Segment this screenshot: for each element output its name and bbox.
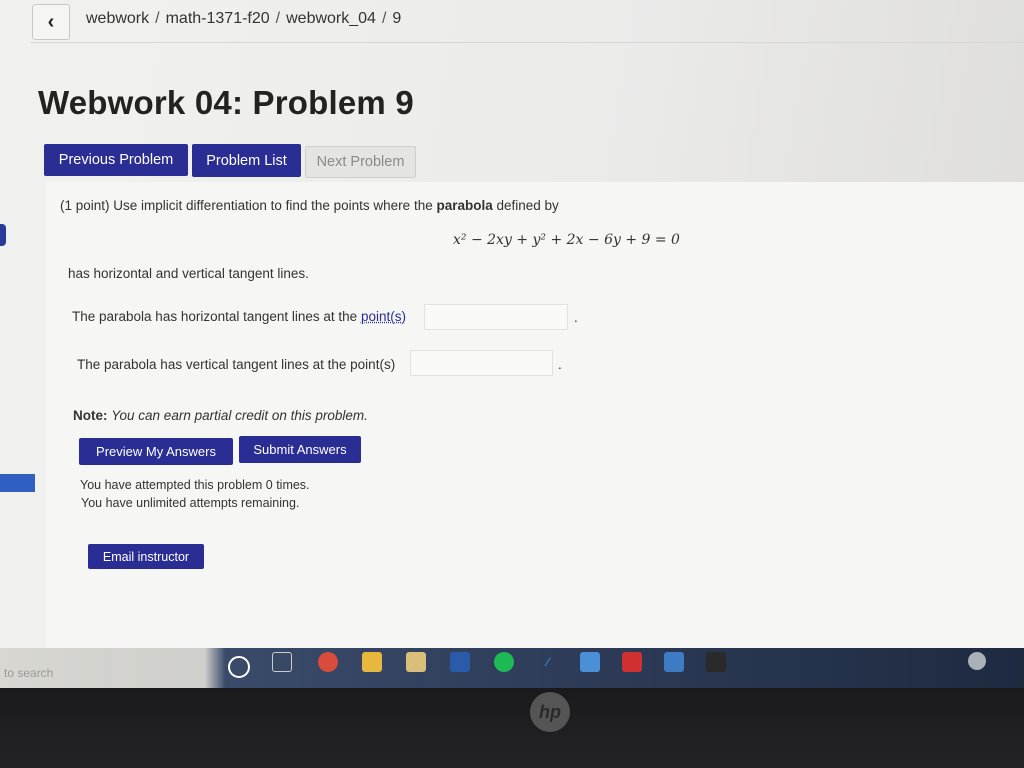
laptop-bezel	[0, 688, 1024, 768]
breadcrumb-item-problem: 9	[392, 10, 402, 27]
problem-intro-bold: parabola	[436, 198, 493, 213]
breadcrumb-item-course[interactable]: math-1371-f20	[166, 10, 270, 27]
next-problem-button: Next Problem	[305, 146, 416, 178]
problem-intro: (1 point) Use implicit differentiation t…	[60, 198, 559, 213]
horizontal-period: .	[574, 310, 578, 325]
problem-intro-end: defined by	[492, 198, 559, 213]
horizontal-question: The parabola has horizontal tangent line…	[72, 309, 406, 324]
chrome-icon[interactable]	[318, 652, 338, 672]
vertical-question: The parabola has vertical tangent lines …	[77, 357, 396, 372]
problem-list-button[interactable]: Problem List	[192, 144, 301, 177]
breadcrumb-item-set[interactable]: webwork_04	[286, 10, 376, 27]
breadcrumb-separator: /	[275, 10, 281, 27]
email-instructor-button[interactable]: Email instructor	[88, 544, 204, 569]
problem-after-equation: has horizontal and vertical tangent line…	[68, 266, 309, 281]
partial-credit-note: Note: You can earn partial credit on thi…	[73, 408, 368, 423]
sidebar-edge-tab[interactable]	[0, 474, 35, 492]
taskbar-search[interactable]: to search	[4, 666, 53, 680]
breadcrumb: webwork / math-1371-f20 / webwork_04 / 9	[86, 10, 401, 28]
spotify-icon[interactable]	[494, 652, 514, 672]
attempts-remaining: You have unlimited attempts remaining.	[81, 496, 300, 510]
browser-page: ‹ webwork / math-1371-f20 / webwork_04 / 9 Web…	[0, 0, 1024, 652]
previous-problem-button[interactable]: Previous Problem	[44, 144, 188, 176]
note-label: Note:	[73, 408, 108, 423]
pen-icon[interactable]: ∕	[538, 652, 558, 672]
cortana-icon[interactable]	[228, 656, 250, 678]
hp-logo-icon: hp	[530, 692, 570, 732]
horizontal-answer-field[interactable]	[424, 304, 568, 330]
task-view-icon[interactable]	[272, 652, 292, 672]
vertical-period: .	[558, 357, 562, 372]
submit-answers-button[interactable]: Submit Answers	[239, 436, 361, 463]
photos-icon[interactable]	[664, 652, 684, 672]
hulu-icon[interactable]	[706, 652, 726, 672]
chevron-left-icon[interactable]: ‹	[32, 4, 70, 40]
word-icon[interactable]	[450, 652, 470, 672]
sidebar-edge-tab[interactable]	[0, 224, 6, 246]
page-title: Webwork 04: Problem 9	[38, 84, 414, 121]
note-text: You can earn partial credit on this prob…	[111, 408, 368, 423]
folder-icon[interactable]	[362, 652, 382, 672]
breadcrumb-item-webwork[interactable]: webwork	[86, 10, 149, 27]
points-help-link[interactable]: point(s)	[361, 309, 406, 324]
breadcrumb-separator: /	[155, 10, 160, 27]
problem-equation: x² − 2xy + y² + 2x − 6y + 9 = 0	[453, 232, 680, 248]
system-tray-icon[interactable]	[968, 652, 986, 670]
horizontal-question-text: The parabola has horizontal tangent line…	[72, 309, 361, 324]
acrobat-icon[interactable]	[622, 652, 642, 672]
store-icon[interactable]	[406, 652, 426, 672]
problem-points: (1 point)	[60, 198, 110, 213]
problem-intro-text: Use implicit differentiation to find the…	[109, 198, 437, 213]
breadcrumb-separator: /	[381, 10, 387, 27]
vertical-answer-field[interactable]	[410, 350, 553, 376]
attempts-count: You have attempted this problem 0 times.	[80, 478, 310, 492]
preview-answers-button[interactable]: Preview My Answers	[79, 438, 233, 465]
mail-icon[interactable]	[580, 652, 600, 672]
